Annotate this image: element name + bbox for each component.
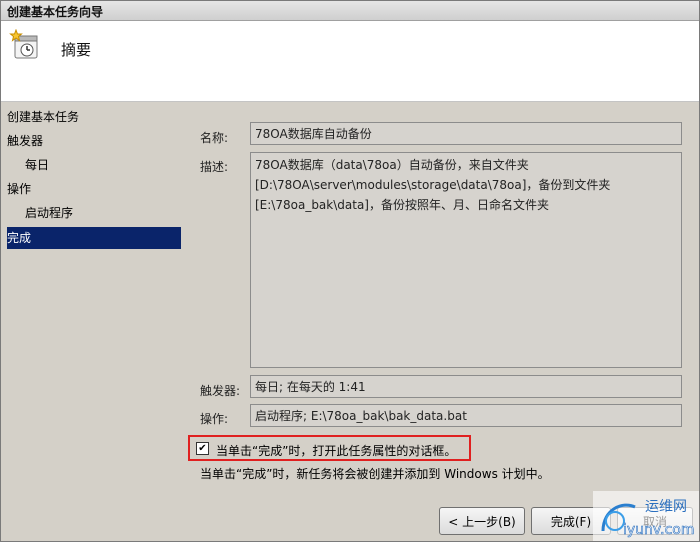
page-title: 摘要 — [61, 41, 92, 59]
step-action: 操作 — [7, 182, 32, 196]
open-properties-label[interactable]: 当单击“完成”时，打开此任务属性的对话框。 — [216, 442, 456, 459]
wizard-window: 创建基本任务向导 摘要 创建基本任务 触发器 每日 操作 启动程序 完成 名称:… — [0, 0, 700, 542]
open-properties-highlight: ✔ 当单击“完成”时，打开此任务属性的对话框。 — [188, 435, 471, 461]
watermark-logo: 运维网 iyunv.com — [593, 491, 699, 541]
watermark-line1: 运维网 — [645, 499, 687, 515]
step-trigger: 触发器 — [7, 134, 44, 148]
action-label: 操作: — [200, 412, 229, 426]
open-properties-checkbox[interactable]: ✔ — [196, 442, 209, 455]
wizard-header: 摘要 — [1, 21, 699, 102]
step-create-basic-task: 创建基本任务 — [7, 110, 80, 124]
watermark-line2: iyunv.com — [623, 522, 694, 538]
finish-note: 当单击“完成”时，新任务将会被创建并添加到 Windows 计划中。 — [200, 467, 550, 481]
back-button[interactable]: < 上一步(B) — [439, 507, 525, 535]
step-start-program: 启动程序 — [25, 206, 74, 220]
step-daily: 每日 — [25, 158, 50, 172]
description-field[interactable]: 78OA数据库（data\78oa）自动备份，来自文件夹[D:\78OA\ser… — [250, 152, 682, 368]
step-finish: 完成 — [7, 227, 181, 249]
window-title: 创建基本任务向导 — [7, 5, 104, 19]
description-label: 描述: — [200, 160, 229, 174]
name-field[interactable]: 78OA数据库自动备份 — [250, 122, 682, 145]
scheduled-task-wizard-icon — [9, 29, 38, 59]
name-label: 名称: — [200, 131, 229, 145]
action-field[interactable]: 启动程序; E:\78oa_bak\bak_data.bat — [250, 404, 682, 427]
trigger-label: 触发器: — [200, 384, 241, 398]
title-bar: 创建基本任务向导 — [1, 1, 699, 21]
wizard-steps-sidebar: 创建基本任务 触发器 每日 操作 启动程序 完成 — [1, 102, 191, 541]
trigger-field[interactable]: 每日; 在每天的 1:41 — [250, 375, 682, 398]
